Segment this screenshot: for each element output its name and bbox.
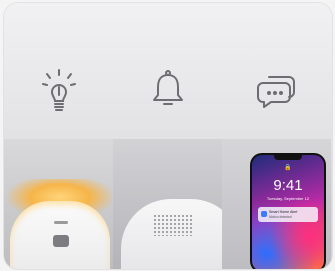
feature-message: 🔒 9:41 Tuesday, September 12 Smart Home … bbox=[222, 3, 331, 269]
lock-icon: 🔒 bbox=[284, 165, 292, 171]
device-plug bbox=[53, 235, 69, 247]
phone-notch bbox=[274, 155, 302, 160]
bell-icon bbox=[151, 69, 185, 114]
notification-card[interactable]: Smart Home Alert Motion detected bbox=[258, 207, 318, 222]
speaker-grille bbox=[153, 214, 193, 236]
feature-light bbox=[4, 3, 113, 269]
feature-alert bbox=[113, 3, 241, 269]
device-slot bbox=[54, 221, 68, 224]
phone-screen: 🔒 9:41 Tuesday, September 12 Smart Home … bbox=[252, 155, 324, 269]
feature-card: 🔒 9:41 Tuesday, September 12 Smart Home … bbox=[4, 3, 332, 269]
lockscreen-date: Tuesday, September 12 bbox=[266, 196, 310, 201]
lightbulb-icon bbox=[41, 69, 76, 118]
notification-body: Motion detected bbox=[269, 215, 292, 219]
lockscreen-time: 9:41 bbox=[273, 177, 303, 194]
app-icon bbox=[261, 211, 267, 217]
chat-bubbles-icon bbox=[256, 69, 297, 114]
notification-title: Smart Home Alert bbox=[269, 210, 298, 214]
smartphone: 🔒 9:41 Tuesday, September 12 Smart Home … bbox=[250, 153, 326, 269]
